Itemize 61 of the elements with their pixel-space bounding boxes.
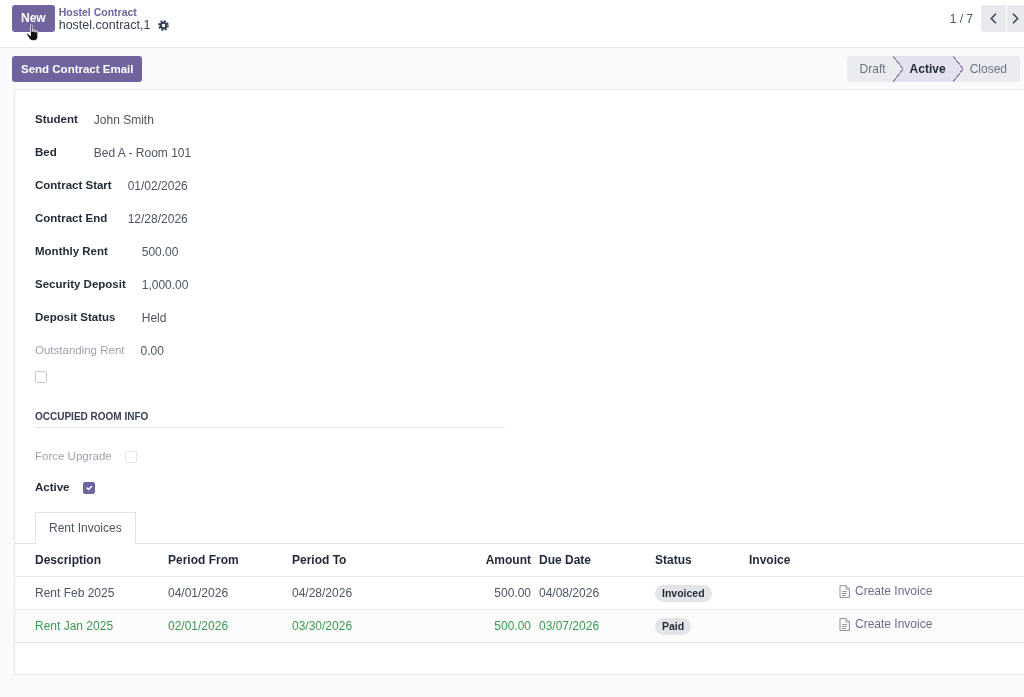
settings-icon[interactable] [158, 20, 170, 31]
tab[interactable]: Rent Invoices [35, 512, 136, 544]
field-value: 01/02/2026 [127, 177, 188, 195]
table-cell: Rent Feb 2025 [35, 585, 115, 600]
send-email-button[interactable]: Send Contract Email [12, 55, 143, 82]
field-label: Security Deposit [35, 276, 126, 292]
next-button[interactable] [1007, 5, 1024, 32]
table-cell: 03/30/2026 [292, 618, 353, 633]
field-label: Monthly Rent [35, 243, 109, 259]
stage-button[interactable]: Closed [962, 55, 1020, 82]
field-label: Student [35, 111, 78, 127]
breadcrumb-link[interactable]: Hostel Contract [58, 6, 137, 18]
field-value: Held [141, 309, 168, 327]
document-icon [839, 617, 850, 631]
field-label: Force Upgrade [35, 448, 112, 464]
hand-cursor-icon [26, 24, 39, 42]
stage-button[interactable]: Draft [846, 55, 903, 82]
column-header[interactable]: Period To [288, 544, 421, 576]
field-value: 500.00 [141, 243, 180, 261]
field-value: 0.00 [140, 342, 164, 360]
column-header[interactable]: Description [15, 544, 164, 576]
table-cell: 04/01/2026 [168, 585, 229, 600]
field-label: Active [35, 479, 70, 495]
column-header[interactable]: Due Date [535, 544, 651, 576]
field-value: 12/28/2026 [127, 210, 188, 228]
document-icon [839, 584, 850, 598]
checkbox[interactable] [82, 481, 95, 494]
field-label: Outstanding Rent [35, 342, 125, 358]
field-label: Bed [35, 144, 58, 160]
create-invoice-button[interactable]: Create Invoice [839, 582, 933, 601]
new-button[interactable]: New [12, 5, 55, 32]
table-cell: Rent Jan 2025 [35, 618, 114, 633]
chevron-right-icon [1012, 13, 1019, 24]
chevron-left-icon [990, 13, 997, 24]
column-header[interactable]: Invoice [745, 544, 835, 576]
field-label: Contract Start [35, 177, 112, 193]
column-header[interactable]: Period From [164, 544, 288, 576]
table-cell: 500.00 [494, 585, 531, 600]
record-title: hostel.contract,1 [58, 18, 151, 33]
column-header[interactable]: Amount [421, 544, 535, 576]
field-label: Contract End [35, 210, 109, 226]
table-row[interactable]: Rent Feb 2025 04/01/2026 04/28/2026 500.00 04/08/2026 Invoiced Create Invoice [15, 576, 1024, 609]
field-label: Deposit Status [35, 309, 117, 325]
field-value: John Smith [93, 111, 155, 129]
create-invoice-button[interactable]: Create Invoice [839, 615, 933, 634]
column-header[interactable]: Status [651, 544, 745, 576]
table-cell: 04/08/2026 [539, 585, 600, 600]
stage-button[interactable]: Active [902, 55, 963, 82]
checkbox[interactable] [35, 370, 47, 383]
section-heading: OCCUPIED ROOM INFO [35, 410, 505, 428]
pager-counter: 1 / 7 [949, 10, 973, 28]
field-value: 1,000.00 [141, 276, 189, 294]
table-cell: 04/28/2026 [292, 585, 353, 600]
status-badge: Invoiced [655, 584, 712, 602]
table-row[interactable]: Rent Jan 2025 02/01/2026 03/30/2026 500.00 03/07/2026 Paid Create Invoice [15, 609, 1024, 642]
table-cell: 02/01/2026 [168, 618, 229, 633]
table-cell: 500.00 [494, 618, 531, 633]
table-cell: 03/07/2026 [539, 618, 600, 633]
status-badge: Paid [655, 617, 692, 635]
field-value: Bed A - Room 101 [93, 144, 192, 162]
previous-button[interactable] [981, 5, 1006, 32]
